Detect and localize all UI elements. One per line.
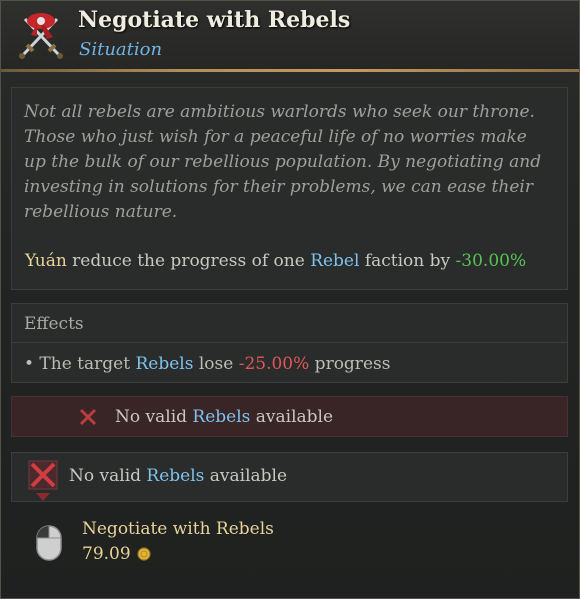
tooltip: Negotiate with Rebels Situation Not all … bbox=[0, 0, 580, 599]
invalid-target-text: No valid Rebels available bbox=[115, 407, 333, 427]
faction-keyword: Rebel bbox=[310, 251, 360, 271]
invalid-prefix: No valid bbox=[115, 407, 193, 427]
crossed-swords-icon bbox=[19, 13, 63, 59]
bullet: • bbox=[24, 354, 35, 374]
rebels-keyword: Rebels bbox=[192, 407, 251, 427]
red-x-icon bbox=[79, 408, 97, 426]
effects-item: • The target Rebels lose -25.00% progres… bbox=[24, 354, 390, 374]
effect-item-suffix: progress bbox=[309, 354, 391, 374]
invalid-suffix: available bbox=[250, 407, 334, 427]
invalid-target-panel: No valid Rebels available bbox=[11, 396, 568, 437]
condition-text: No valid Rebels available bbox=[69, 466, 287, 486]
effect-item-prefix: The target bbox=[34, 354, 136, 374]
effect-text-tail: faction by bbox=[359, 251, 456, 271]
effect-text: reduce the progress of one bbox=[66, 251, 311, 271]
effects-panel: Effects • The target Rebels lose -25.00%… bbox=[11, 303, 568, 383]
effects-header: Effects bbox=[12, 304, 567, 343]
tooltip-title: Negotiate with Rebels bbox=[78, 7, 351, 33]
action-cost: 79.09 bbox=[82, 544, 131, 564]
action-name: Negotiate with Rebels bbox=[82, 519, 274, 539]
rebels-keyword: Rebels bbox=[135, 354, 194, 374]
rebels-keyword: Rebels bbox=[146, 466, 205, 486]
description-panel: Not all rebels are ambitious warlords wh… bbox=[11, 87, 568, 290]
flavor-text: Not all rebels are ambitious warlords wh… bbox=[24, 102, 542, 222]
condition-prefix: No valid bbox=[69, 466, 147, 486]
effect-subject: Yuán bbox=[25, 251, 67, 271]
effect-summary: Yuán reduce the progress of one Rebel fa… bbox=[25, 251, 526, 271]
tooltip-header: Negotiate with Rebels Situation bbox=[1, 1, 579, 69]
effects-title: Effects bbox=[24, 314, 84, 334]
gold-coin-icon bbox=[137, 547, 151, 561]
condition-failed-icon bbox=[28, 460, 58, 501]
effect-value: -30.00% bbox=[455, 251, 527, 271]
condition-panel: No valid Rebels available bbox=[11, 452, 568, 502]
header-divider bbox=[1, 69, 579, 72]
condition-suffix: available bbox=[204, 466, 288, 486]
effect-item-mid: lose bbox=[193, 354, 239, 374]
left-mouse-icon bbox=[36, 525, 62, 561]
tooltip-subtitle: Situation bbox=[79, 39, 163, 60]
effect-item-value: -25.00% bbox=[238, 354, 310, 374]
